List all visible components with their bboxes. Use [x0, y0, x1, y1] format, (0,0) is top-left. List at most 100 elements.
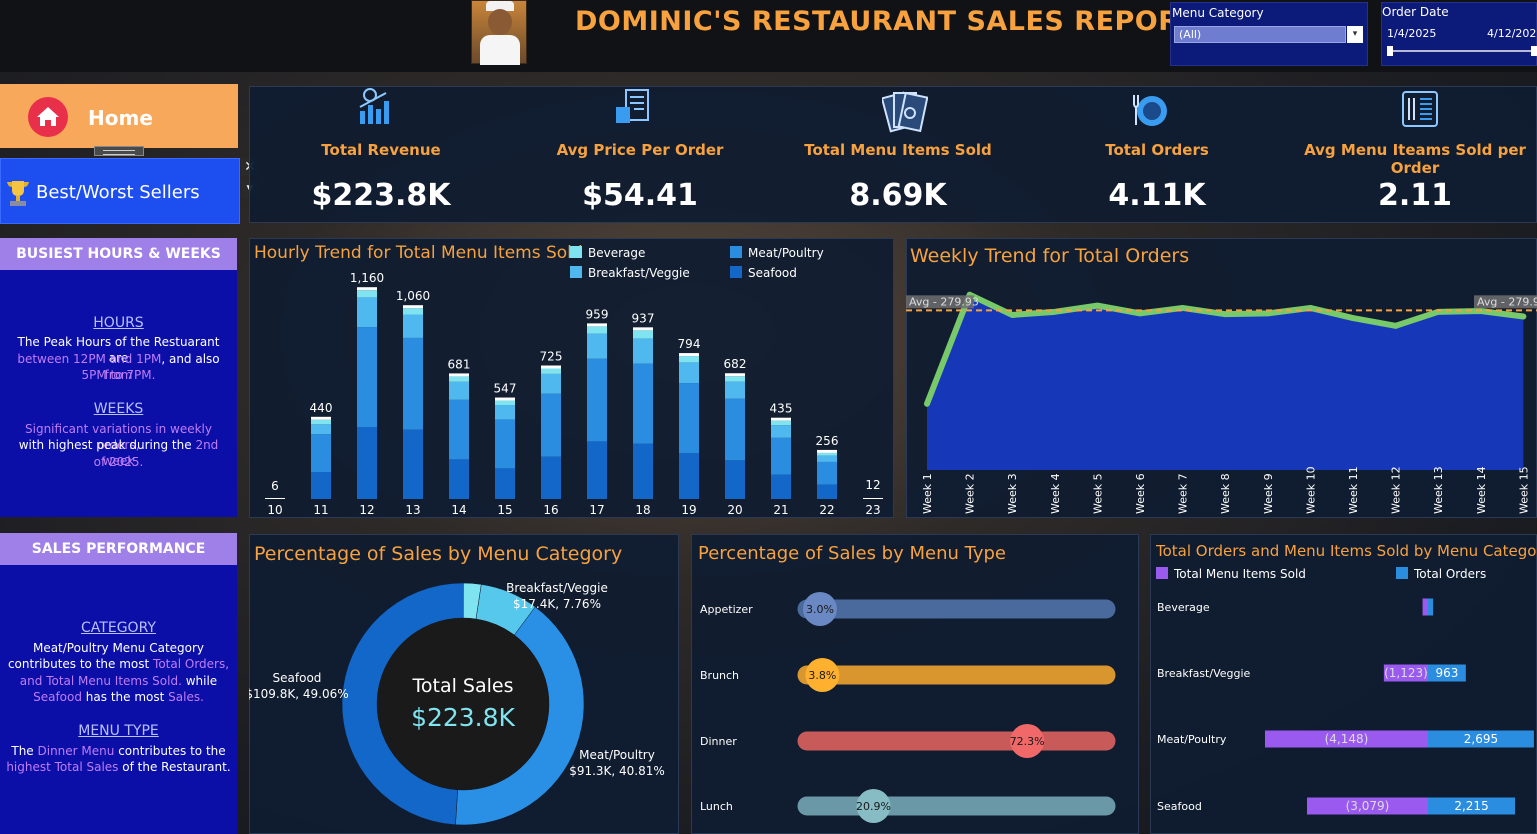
- weeks-heading: WEEKS: [93, 401, 144, 417]
- weekly-tick-14: Week 14: [1475, 466, 1488, 514]
- hourly-bar-20-3: [725, 460, 745, 499]
- donut-label-value-3: $109.8K, 49.06%: [249, 687, 349, 701]
- hourly-bar-12-1: [357, 297, 377, 328]
- donut-center-label: Total Sales: [412, 675, 514, 697]
- items-sold-value-1: (1,123): [1384, 666, 1428, 680]
- receipt-icon: [612, 87, 652, 127]
- hourly-bar-15-0: [495, 400, 515, 406]
- hourly-bar-13-2: [403, 337, 423, 430]
- menu-category-select[interactable]: (All): [1174, 26, 1346, 43]
- hourly-bar-14-0: [449, 376, 469, 382]
- weekly-area: [927, 294, 1524, 470]
- menu-category-label: Menu Category: [1172, 6, 1264, 20]
- weekly-avg-label-left: Avg - 279.93: [909, 295, 979, 308]
- weekly-tick-7: Week 7: [1177, 473, 1190, 514]
- hourly-tick-12: 12: [359, 503, 374, 517]
- hourly-bar-16-1: [541, 373, 561, 394]
- hourly-bar-cap-16: [541, 365, 561, 369]
- hourly-bar-cap-12: [357, 287, 377, 291]
- hourly-bar-19-2: [679, 383, 699, 454]
- hourly-bar-18-1: [633, 338, 653, 364]
- kpi-value-2: 8.69K: [849, 178, 947, 213]
- hourly-total-12: 1,160: [350, 271, 384, 285]
- kpi-value-4: 2.11: [1377, 178, 1453, 213]
- hourly-bar-13-0: [403, 308, 423, 315]
- kpi-label-0: Total Revenue: [321, 141, 441, 159]
- hourly-total-17: 959: [586, 307, 609, 321]
- hourly-bar-13-3: [403, 429, 423, 499]
- hourly-bar-13-1: [403, 314, 423, 338]
- date-start: 1/4/2025: [1387, 27, 1437, 40]
- revenue-chart-icon: [356, 87, 396, 127]
- weekly-tick-1: Week 1: [921, 473, 934, 514]
- date-end: 4/12/2025: [1487, 27, 1537, 40]
- kpi-value-3: 4.11K: [1108, 178, 1206, 213]
- hourly-bar-cap-17: [587, 323, 607, 327]
- hourly-bar-cap-11: [311, 416, 331, 420]
- hourly-bar-19-1: [679, 362, 699, 384]
- hourly-bar-17-3: [587, 441, 607, 499]
- hourly-bar-15-3: [495, 468, 515, 499]
- donut-label-name-3: Seafood: [273, 671, 322, 685]
- date-slider-handle-start[interactable]: [1387, 46, 1393, 56]
- hourly-bar-20-1: [725, 381, 745, 399]
- category-text-2: contributes to the most Total Orders,: [7, 657, 230, 671]
- hourly-tick-15: 15: [497, 503, 512, 517]
- chevron-down-icon[interactable]: ▾: [1347, 26, 1363, 43]
- date-slider-handle-end[interactable]: [1531, 46, 1537, 56]
- hourly-bar-14-3: [449, 459, 469, 499]
- menu-type-text-1: The Dinner Menu contributes to the: [11, 744, 226, 758]
- menu-type-value-1: 3.8%: [808, 669, 836, 682]
- hourly-bar-11-0: [311, 419, 331, 425]
- hourly-bar-22-3: [817, 484, 837, 499]
- category-text-3: and Total Menu Items Sold. while: [19, 674, 218, 688]
- items-sold-bar-0: [1422, 598, 1428, 616]
- hourly-total-21: 435: [770, 402, 793, 416]
- weekly-chart: Avg - 279.93 Avg - 279.93 Week 1 Week 2 Week…: [906, 291, 1537, 514]
- menu-type-value-3: 20.9%: [856, 800, 891, 813]
- sales-section-title: SALES PERFORMANCE: [0, 533, 237, 565]
- weekly-tick-13: Week 13: [1432, 466, 1445, 514]
- category-heading: CATEGORY: [81, 620, 156, 636]
- weekly-tick-8: Week 8: [1219, 473, 1232, 514]
- weeks-text-3: of 2025.: [93, 455, 144, 469]
- weekly-tick-15: Week 15: [1517, 466, 1530, 514]
- hourly-total-11: 440: [310, 401, 333, 415]
- hourly-bar-22-1: [817, 455, 837, 462]
- hours-heading: HOURS: [93, 315, 144, 331]
- kpi-label-2: Total Menu Items Sold: [804, 141, 992, 159]
- hourly-total-14: 681: [448, 357, 471, 371]
- hourly-total-20: 682: [724, 357, 747, 371]
- donut-label-name-2: Meat/Poultry: [579, 748, 655, 762]
- hourly-tick-19: 19: [681, 503, 696, 517]
- hourly-bar-12-3: [357, 427, 377, 499]
- donut-label-value-2: $91.3K, 40.81%: [569, 764, 665, 778]
- home-label[interactable]: Home: [88, 106, 153, 130]
- hourly-bar-cap-20: [725, 373, 745, 377]
- hourly-tick-21: 21: [773, 503, 788, 517]
- hourly-bar-cap-21: [771, 417, 791, 421]
- weekly-tick-12: Week 12: [1390, 466, 1403, 514]
- plate-icon: [1130, 89, 1170, 129]
- kpi-label-1: Avg Price Per Order: [556, 141, 724, 159]
- items-sold-value-3: (3,079): [1346, 799, 1390, 813]
- hourly-bar-14-1: [449, 381, 469, 400]
- hourly-bar-cap-19: [679, 353, 699, 357]
- chef-logo: [471, 0, 527, 65]
- drag-handle[interactable]: [94, 146, 144, 156]
- weekly-avg-label-right: Avg - 279.93: [1477, 295, 1537, 308]
- page-title: DOMINIC'S RESTAURANT SALES REPORT: [575, 6, 1198, 37]
- menu-type-text-2: highest Total Sales of the Restaurant.: [6, 760, 231, 774]
- kpi-label-3: Total Orders: [1105, 141, 1209, 159]
- date-slider-track[interactable]: [1389, 50, 1535, 52]
- items-sold-value-2: (4,148): [1325, 732, 1369, 746]
- best-worst-label[interactable]: Best/Worst Sellers: [36, 182, 200, 203]
- hourly-bar-19-0: [679, 356, 699, 363]
- orders-cat-label-2: Meat/Poultry: [1157, 733, 1227, 746]
- hourly-bar-18-3: [633, 443, 653, 499]
- menu-type-label-1: Brunch: [700, 669, 739, 682]
- hourly-total-22: 256: [816, 434, 839, 448]
- orders-cat-label-1: Breakfast/Veggie: [1157, 667, 1251, 680]
- hourly-bar-cap-14: [449, 373, 469, 377]
- hourly-bar-cap-22: [817, 449, 837, 453]
